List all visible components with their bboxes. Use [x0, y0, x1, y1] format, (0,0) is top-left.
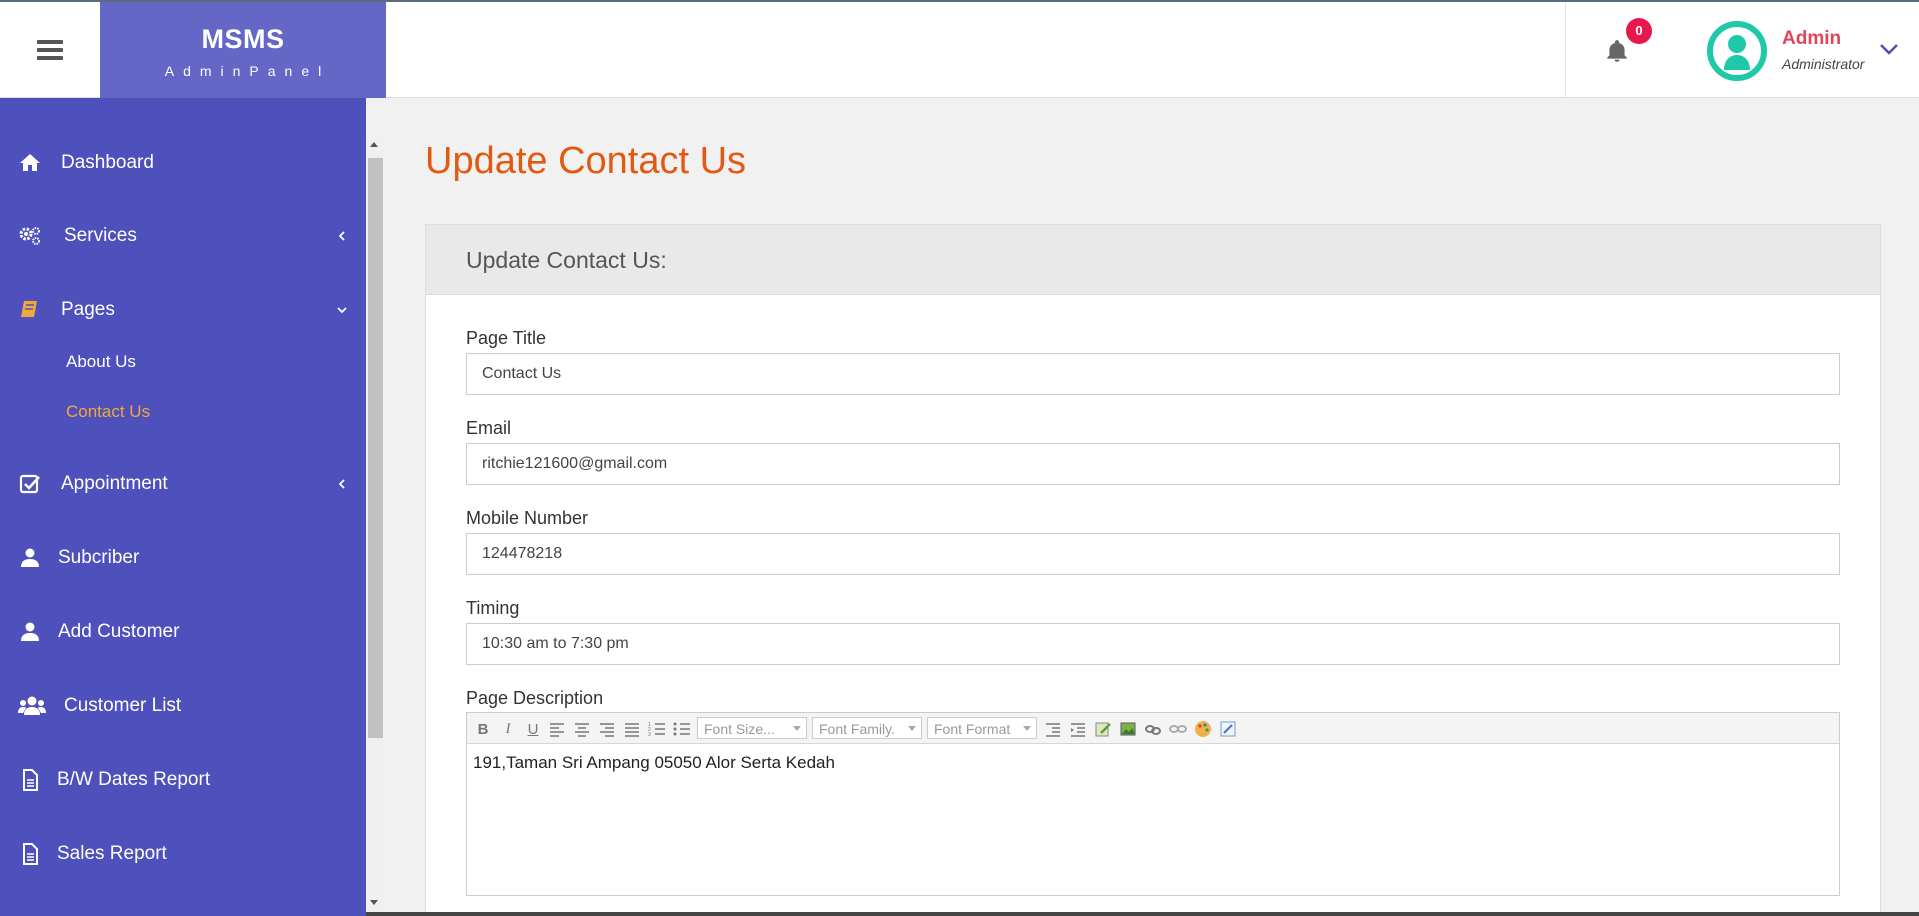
check-square-icon	[19, 474, 40, 494]
menu-toggle-button[interactable]	[0, 2, 100, 98]
card-header: Update Contact Us:	[426, 225, 1880, 295]
brand-subtitle: AdminPanel	[164, 63, 331, 79]
rich-text-editor[interactable]: B I U 123 Font Size... Font Family. Font…	[466, 712, 1840, 896]
font-family-select[interactable]: Font Family.	[812, 717, 922, 739]
email-label: Email	[466, 418, 512, 438]
align-left-icon[interactable]	[547, 719, 567, 739]
html-source-icon[interactable]	[1218, 719, 1238, 739]
user-icon	[21, 622, 39, 641]
align-center-icon[interactable]	[572, 719, 592, 739]
page-description-label: Page Description	[466, 688, 604, 708]
timing-label: Timing	[466, 598, 520, 618]
indent-icon[interactable]	[1068, 719, 1088, 739]
sidebar-item-label: B/W Dates Report	[57, 769, 211, 790]
notification-count-badge: 0	[1626, 18, 1652, 44]
brand-logo[interactable]: MSMS AdminPanel	[100, 2, 386, 98]
ordered-list-icon[interactable]: 123	[647, 719, 667, 739]
user-avatar-icon[interactable]	[1706, 20, 1768, 82]
brand-name: MSMS	[201, 24, 285, 54]
page-title-input[interactable]	[466, 353, 1840, 395]
insert-link-icon[interactable]	[1143, 719, 1163, 739]
sidebar-item-label: Sales Report	[57, 843, 167, 864]
italic-icon[interactable]: I	[498, 719, 518, 739]
hamburger-icon	[37, 36, 63, 64]
mobile-number-input[interactable]	[466, 533, 1840, 575]
sidebar-item-sales-report[interactable]: Sales Report	[0, 824, 366, 884]
unordered-list-icon[interactable]	[672, 719, 692, 739]
sidebar-item-subcriber[interactable]: Subcriber	[0, 528, 366, 588]
email-input[interactable]	[466, 443, 1840, 485]
timing-input[interactable]	[466, 623, 1840, 665]
gears-icon	[19, 227, 40, 245]
chevron-left-icon	[338, 231, 345, 241]
sidebar-item-dashboard[interactable]: Dashboard	[0, 133, 366, 193]
page-title: Update Contact Us	[425, 140, 747, 182]
bold-icon[interactable]: B	[473, 719, 493, 739]
sidebar-item-label: Dashboard	[61, 152, 154, 173]
book-icon	[21, 301, 37, 317]
bell-icon[interactable]	[1604, 38, 1630, 64]
chevron-down-icon[interactable]	[1878, 42, 1900, 56]
align-right-icon[interactable]	[597, 719, 617, 739]
top-bar: MSMS AdminPanel 0 Admin Administrator	[0, 0, 1919, 98]
font-size-select[interactable]: Font Size...	[697, 717, 807, 739]
sidebar-item-label: Services	[64, 225, 137, 246]
underline-icon[interactable]: U	[523, 719, 543, 739]
home-icon	[20, 154, 40, 171]
user-icon	[21, 548, 39, 567]
sidebar-item-label: Subcriber	[58, 547, 140, 568]
outdent-icon[interactable]	[1043, 719, 1063, 739]
user-role: Administrator	[1782, 56, 1865, 72]
sidebar-item-label: Customer List	[64, 695, 182, 716]
scrollbar-thumb[interactable]	[368, 158, 383, 738]
card-title: Update Contact Us:	[466, 247, 667, 273]
sidebar-item-bw-dates-report[interactable]: B/W Dates Report	[0, 750, 366, 810]
chevron-down-icon	[337, 307, 347, 314]
file-icon	[23, 769, 38, 791]
edit-html-icon[interactable]	[1093, 719, 1113, 739]
page-title-label: Page Title	[466, 328, 547, 348]
sidebar-item-customer-list[interactable]: Customer List	[0, 676, 366, 736]
insert-image-icon[interactable]	[1118, 719, 1138, 739]
users-icon	[18, 696, 46, 715]
divider	[1565, 2, 1566, 98]
sidebar-item-pages[interactable]: Pages	[0, 280, 366, 340]
align-justify-icon[interactable]	[622, 719, 642, 739]
svg-text:3: 3	[648, 732, 651, 738]
scroll-up-arrow-icon[interactable]	[370, 142, 378, 147]
color-palette-icon[interactable]	[1193, 719, 1213, 739]
mobile-number-label: Mobile Number	[466, 508, 589, 528]
unlink-icon[interactable]	[1168, 719, 1188, 739]
sidebar-subitem-about-us[interactable]: About Us	[66, 352, 136, 372]
sidebar-item-label: Add Customer	[58, 621, 180, 642]
scroll-down-arrow-icon[interactable]	[370, 900, 378, 905]
user-name[interactable]: Admin	[1782, 28, 1841, 50]
font-format-select[interactable]: Font Format	[927, 717, 1037, 739]
file-icon	[23, 843, 38, 865]
editor-toolbar: B I U 123 Font Size... Font Family. Font…	[467, 713, 1839, 744]
sidebar-item-services[interactable]: Services	[0, 206, 366, 266]
sidebar-item-appointment[interactable]: Appointment	[0, 454, 366, 514]
page-bottom-border	[366, 912, 1919, 916]
sidebar-item-label: Pages	[61, 299, 115, 320]
editor-content[interactable]: 191,Taman Sri Ampang 05050 Alor Serta Ke…	[473, 753, 835, 773]
sidebar-subitem-contact-us[interactable]: Contact Us	[66, 402, 150, 422]
chevron-left-icon	[338, 479, 345, 489]
sidebar-item-add-customer[interactable]: Add Customer	[0, 602, 366, 662]
sidebar-item-label: Appointment	[61, 473, 168, 494]
